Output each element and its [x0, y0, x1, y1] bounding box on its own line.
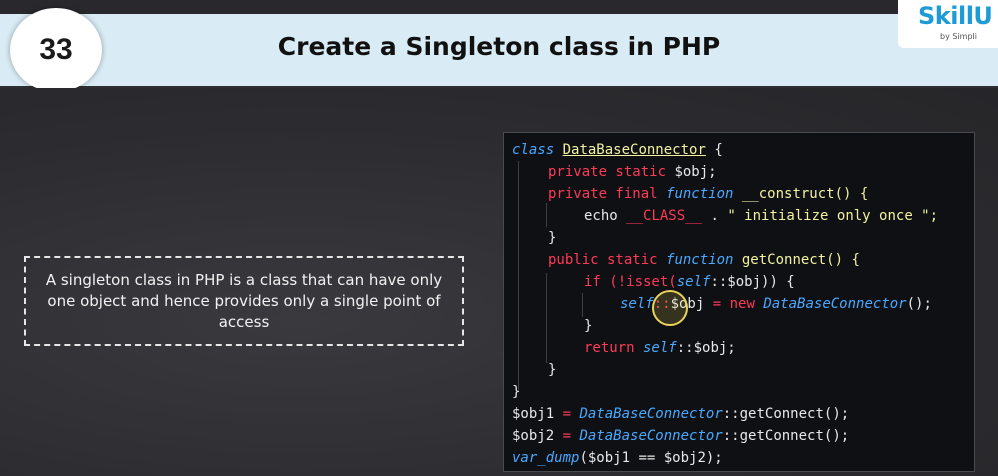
indent-guide	[546, 273, 547, 363]
cursor-highlight	[652, 290, 688, 326]
logo-text: SkillU	[918, 2, 993, 30]
logo-subtext: by Simpli	[940, 32, 977, 41]
code-line-11: }	[548, 362, 557, 378]
indent-guide	[546, 203, 547, 227]
code-line-15: var_dump($obj1 == $obj2);	[512, 450, 723, 466]
code-line-3: private final function __construct() {	[548, 186, 869, 202]
code-line-2: private static $obj;	[548, 164, 717, 180]
indent-guide	[582, 293, 583, 317]
code-line-12: }	[512, 384, 521, 400]
indent-guide	[518, 161, 519, 391]
description-text: A singleton class in PHP is a class that…	[45, 270, 443, 331]
page-title: Create a Singleton class in PHP	[277, 32, 721, 61]
code-line-10: return self::$obj;	[584, 340, 736, 356]
code-line-14: $obj2 = DataBaseConnector::getConnect();	[512, 428, 850, 444]
code-line-4: echo __CLASS__ . " initialize only once …	[584, 208, 939, 224]
description-box: A singleton class in PHP is a class that…	[24, 256, 464, 346]
code-line-13: $obj1 = DataBaseConnector::getConnect();	[512, 406, 850, 422]
code-line-5: }	[548, 230, 557, 246]
question-number-badge: 33	[10, 8, 102, 92]
code-line-7: if (!isset(self::$obj)) {	[584, 274, 795, 290]
code-line-1: class DataBaseConnector {	[512, 142, 723, 158]
top-bar	[0, 0, 998, 14]
code-panel: class DataBaseConnector { private static…	[503, 132, 975, 472]
code-line-6: public static function getConnect() {	[548, 252, 860, 268]
code-line-9: }	[584, 318, 593, 334]
